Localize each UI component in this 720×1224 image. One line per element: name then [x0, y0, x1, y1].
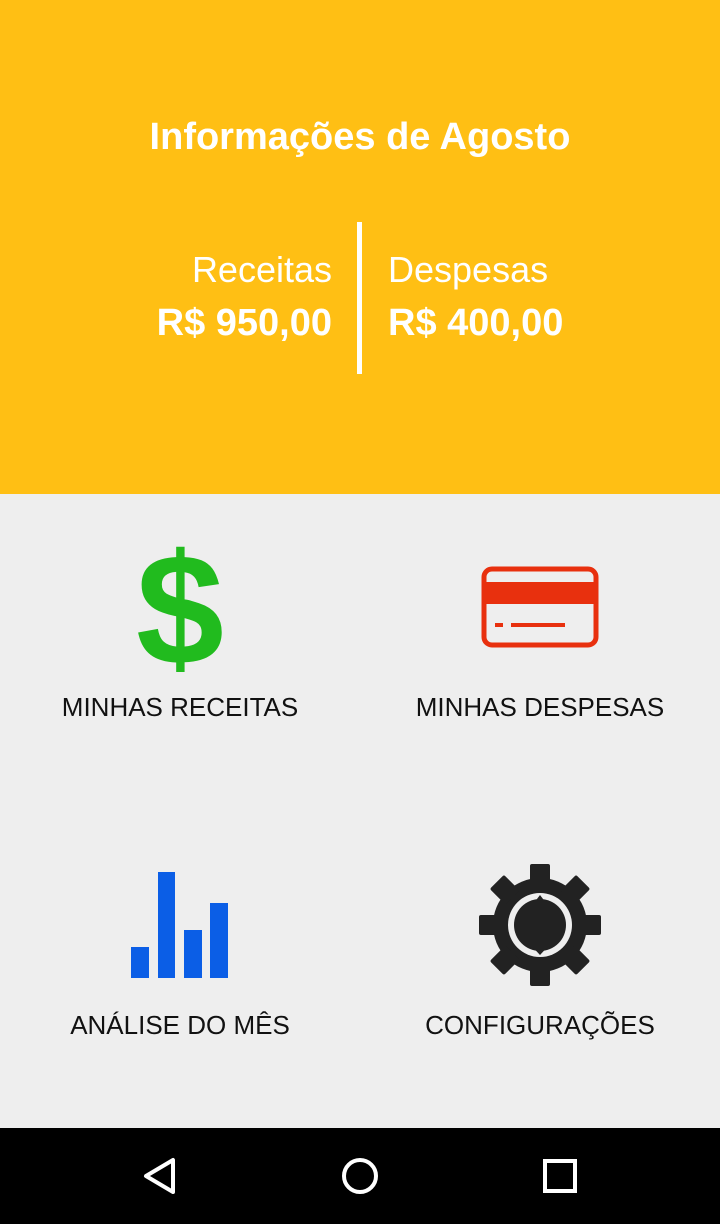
home-button[interactable]: [320, 1146, 400, 1206]
month-analysis-button[interactable]: ANÁLISE DO MÊS: [0, 838, 360, 1098]
bar-chart-icon: [0, 872, 360, 978]
income-value: R$ 950,00: [156, 302, 332, 344]
recents-button[interactable]: [520, 1146, 600, 1206]
month-summary-header: Informações de Agosto Receitas R$ 950,00…: [0, 0, 720, 494]
recents-icon: [540, 1156, 580, 1196]
home-icon: [340, 1156, 380, 1196]
back-icon: [140, 1156, 180, 1196]
my-income-button[interactable]: $ MINHAS RECEITAS: [0, 520, 360, 780]
my-income-label: MINHAS RECEITAS: [61, 692, 299, 722]
dollar-icon: $: [0, 542, 360, 672]
back-button[interactable]: [120, 1146, 200, 1206]
system-navigation-bar: [0, 1128, 720, 1224]
svg-text:$: $: [136, 542, 224, 672]
header-title: Informações de Agosto: [149, 116, 571, 158]
my-expenses-label: MINHAS DESPESAS: [415, 692, 665, 722]
expense-value: R$ 400,00: [388, 302, 564, 344]
income-summary: Receitas R$ 950,00: [157, 246, 332, 352]
income-label: Receitas: [191, 249, 332, 290]
month-analysis-label: ANÁLISE DO MÊS: [70, 1010, 290, 1040]
summary-divider: [357, 222, 362, 374]
app-screen: Informações de Agosto Receitas R$ 950,00…: [0, 0, 720, 1224]
expense-label: Despesas: [388, 249, 549, 290]
settings-label: CONFIGURAÇÕES: [425, 1010, 655, 1040]
settings-button[interactable]: CONFIGURAÇÕES: [360, 838, 720, 1098]
gear-icon: [360, 862, 720, 988]
credit-card-icon: [360, 566, 720, 648]
expense-summary: Despesas R$ 400,00: [388, 246, 563, 352]
my-expenses-button[interactable]: MINHAS DESPESAS: [360, 520, 720, 780]
